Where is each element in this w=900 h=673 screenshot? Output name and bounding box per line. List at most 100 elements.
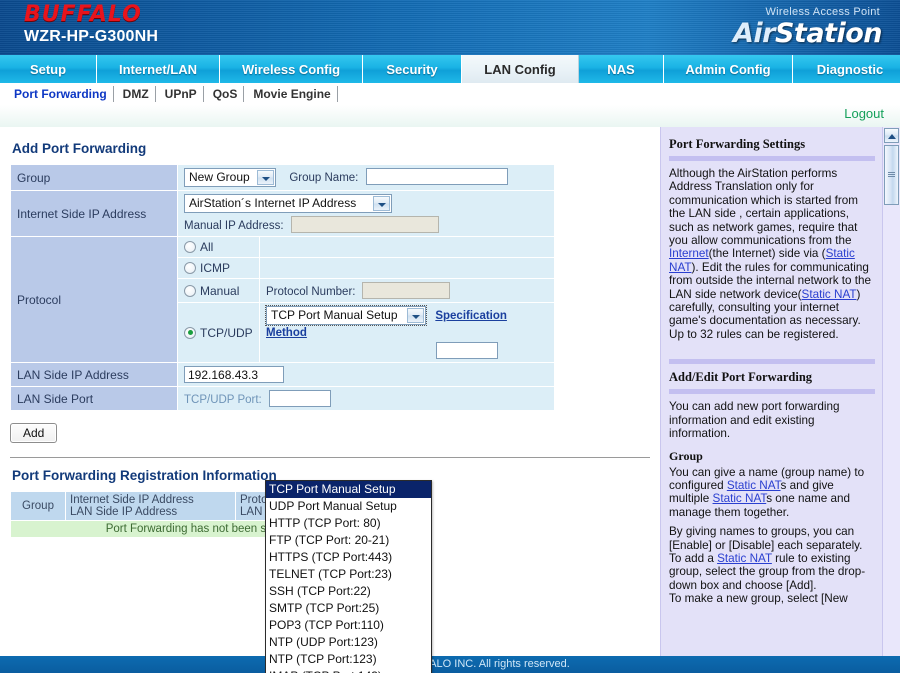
- group-select[interactable]: New Group: [184, 168, 276, 187]
- logout-link[interactable]: Logout: [844, 106, 884, 121]
- router-admin-page: BUFFALO WZR-HP-G300NH Wireless Access Po…: [0, 0, 900, 673]
- page-banner: BUFFALO WZR-HP-G300NH Wireless Access Po…: [0, 0, 900, 55]
- lan-port-input[interactable]: [269, 390, 331, 407]
- tcpudp-port-dropdown-list[interactable]: TCP Port Manual SetupUDP Port Manual Set…: [265, 480, 432, 673]
- header-ip-addresses: Internet Side IP Address LAN Side IP Add…: [66, 492, 236, 521]
- help-p1-a: Although the AirStation performs Address…: [669, 167, 858, 247]
- form-row-lan-port: LAN Side Port TCP/UDP Port:: [11, 387, 555, 411]
- dropdown-option[interactable]: NTP (TCP Port:123): [266, 651, 431, 668]
- radio-manual-icon[interactable]: [184, 285, 196, 297]
- content-area: Add Port Forwarding Group New Group Grou…: [0, 127, 900, 673]
- nav-tab-nas[interactable]: NAS: [579, 55, 664, 83]
- help-content: Port Forwarding Settings Although the Ai…: [661, 127, 883, 673]
- help-paragraph-3: You can give a name (group name) to conf…: [669, 466, 875, 520]
- radio-all-icon[interactable]: [184, 241, 196, 253]
- form-row-group: Group New Group Group Name:: [11, 165, 555, 191]
- device-model-label: WZR-HP-G300NH: [24, 28, 158, 46]
- dropdown-option[interactable]: SSH (TCP Port:22): [266, 583, 431, 600]
- subnav-item-qos[interactable]: QoS: [207, 86, 245, 102]
- chevron-down-icon: [373, 196, 390, 211]
- link-static-nat-2[interactable]: Static NAT: [802, 288, 857, 301]
- subnav-item-movie-engine[interactable]: Movie Engine: [247, 86, 337, 102]
- help-rule-2: [669, 359, 875, 364]
- help-paragraph-6: To make a new group, select [New: [669, 592, 875, 605]
- protocol-option-manual[interactable]: Manual: [178, 279, 260, 303]
- airstation-logo-part2: Station: [775, 18, 882, 49]
- link-static-nat-4[interactable]: Static NAT: [713, 492, 767, 505]
- nav-tab-admin-config[interactable]: Admin Config: [664, 55, 793, 83]
- airstation-logo-part1: Air: [733, 18, 775, 49]
- nav-tab-lan-config[interactable]: LAN Config: [462, 55, 579, 83]
- form-row-lan-ip: LAN Side IP Address: [11, 363, 555, 387]
- sub-nav: Port ForwardingDMZUPnPQoSMovie Engine: [0, 83, 900, 105]
- dropdown-option[interactable]: IMAP (TCP Port:143): [266, 668, 431, 673]
- protocol-all-label: All: [200, 240, 213, 254]
- chevron-down-icon: [407, 308, 424, 323]
- nav-tab-diagnostic[interactable]: Diagnostic: [793, 55, 900, 83]
- dropdown-option[interactable]: HTTP (TCP Port: 80): [266, 515, 431, 532]
- internet-ip-value-cell: AirStation´s Internet IP Address Manual …: [178, 191, 555, 237]
- subnav-item-upnp[interactable]: UPnP: [159, 86, 204, 102]
- tcpudp-port-select[interactable]: TCP Port Manual Setup: [266, 306, 426, 325]
- protocol-icmp-label: ICMP: [200, 261, 230, 275]
- scroll-up-arrow-icon[interactable]: [884, 128, 899, 143]
- subnav-item-port-forwarding[interactable]: Port Forwarding: [8, 86, 114, 102]
- help-title-2: Add/Edit Port Forwarding: [669, 370, 875, 385]
- protocol-label: Protocol: [11, 237, 178, 363]
- divider: [10, 457, 650, 458]
- manual-ip-label: Manual IP Address:: [184, 220, 284, 232]
- link-static-nat-5[interactable]: Static NAT: [717, 552, 772, 565]
- help-rule-3: [669, 389, 875, 394]
- protocol-manual-label: Manual: [200, 284, 239, 298]
- help-paragraph-2: You can add new port forwarding informat…: [669, 400, 875, 440]
- nav-tab-internet-lan[interactable]: Internet/LAN: [97, 55, 220, 83]
- subnav-item-dmz[interactable]: DMZ: [117, 86, 156, 102]
- nav-tab-setup[interactable]: Setup: [0, 55, 97, 83]
- protocol-icmp-extra: [260, 258, 555, 279]
- internet-ip-select[interactable]: AirStation´s Internet IP Address: [184, 194, 392, 213]
- group-label: Group: [11, 165, 178, 191]
- protocol-manual-extra: Protocol Number:: [260, 279, 555, 303]
- header-internet-side-ip: Internet Side IP Address: [70, 494, 231, 506]
- link-internet[interactable]: Internet: [669, 247, 709, 260]
- dropdown-option[interactable]: TELNET (TCP Port:23): [266, 566, 431, 583]
- tcpudp-port-input[interactable]: [436, 342, 498, 359]
- link-static-nat-3[interactable]: Static NAT: [727, 479, 781, 492]
- protocol-number-input[interactable]: [362, 282, 450, 299]
- radio-icmp-icon[interactable]: [184, 262, 196, 274]
- airstation-logo: AirStation: [733, 18, 882, 49]
- group-value-cell: New Group Group Name:: [178, 165, 555, 191]
- protocol-option-tcpudp[interactable]: TCP/UDP: [178, 303, 260, 363]
- add-button[interactable]: Add: [10, 423, 57, 443]
- header-lan-side-ip: LAN Side IP Address: [70, 506, 231, 518]
- dropdown-option[interactable]: NTP (UDP Port:123): [266, 634, 431, 651]
- help-paragraph-5: To add a Static NAT rule to existing gro…: [669, 552, 875, 592]
- nav-tab-security[interactable]: Security: [363, 55, 462, 83]
- dropdown-option[interactable]: FTP (TCP Port: 20-21): [266, 532, 431, 549]
- manual-ip-input[interactable]: [291, 216, 439, 233]
- help-title-1: Port Forwarding Settings: [669, 137, 875, 152]
- dropdown-option[interactable]: SMTP (TCP Port:25): [266, 600, 431, 617]
- buffalo-logo: BUFFALO: [24, 2, 142, 27]
- dropdown-option[interactable]: UDP Port Manual Setup: [266, 498, 431, 515]
- group-name-input[interactable]: [366, 168, 508, 185]
- lan-ip-label: LAN Side IP Address: [11, 363, 178, 387]
- help-p5-a: To add a: [669, 552, 717, 565]
- scrollbar-thumb[interactable]: [884, 145, 899, 205]
- dropdown-option[interactable]: TCP Port Manual Setup: [266, 481, 431, 498]
- dropdown-option[interactable]: HTTPS (TCP Port:443): [266, 549, 431, 566]
- lan-port-label: LAN Side Port: [11, 387, 178, 411]
- form-row-internet-ip: Internet Side IP Address AirStation´s In…: [11, 191, 555, 237]
- nav-tab-wireless-config[interactable]: Wireless Config: [220, 55, 363, 83]
- main-nav: SetupInternet/LANWireless ConfigSecurity…: [0, 55, 900, 83]
- group-name-label: Group Name:: [289, 172, 358, 184]
- protocol-option-all[interactable]: All: [178, 237, 260, 258]
- dropdown-option[interactable]: POP3 (TCP Port:110): [266, 617, 431, 634]
- header-group: Group: [11, 492, 66, 521]
- page-title: Add Port Forwarding: [12, 141, 648, 156]
- help-p1-b: (the Internet) side via (: [709, 247, 826, 260]
- radio-tcpudp-icon[interactable]: [184, 327, 196, 339]
- lan-ip-input[interactable]: [184, 366, 284, 383]
- protocol-option-icmp[interactable]: ICMP: [178, 258, 260, 279]
- help-scrollbar[interactable]: [882, 127, 900, 673]
